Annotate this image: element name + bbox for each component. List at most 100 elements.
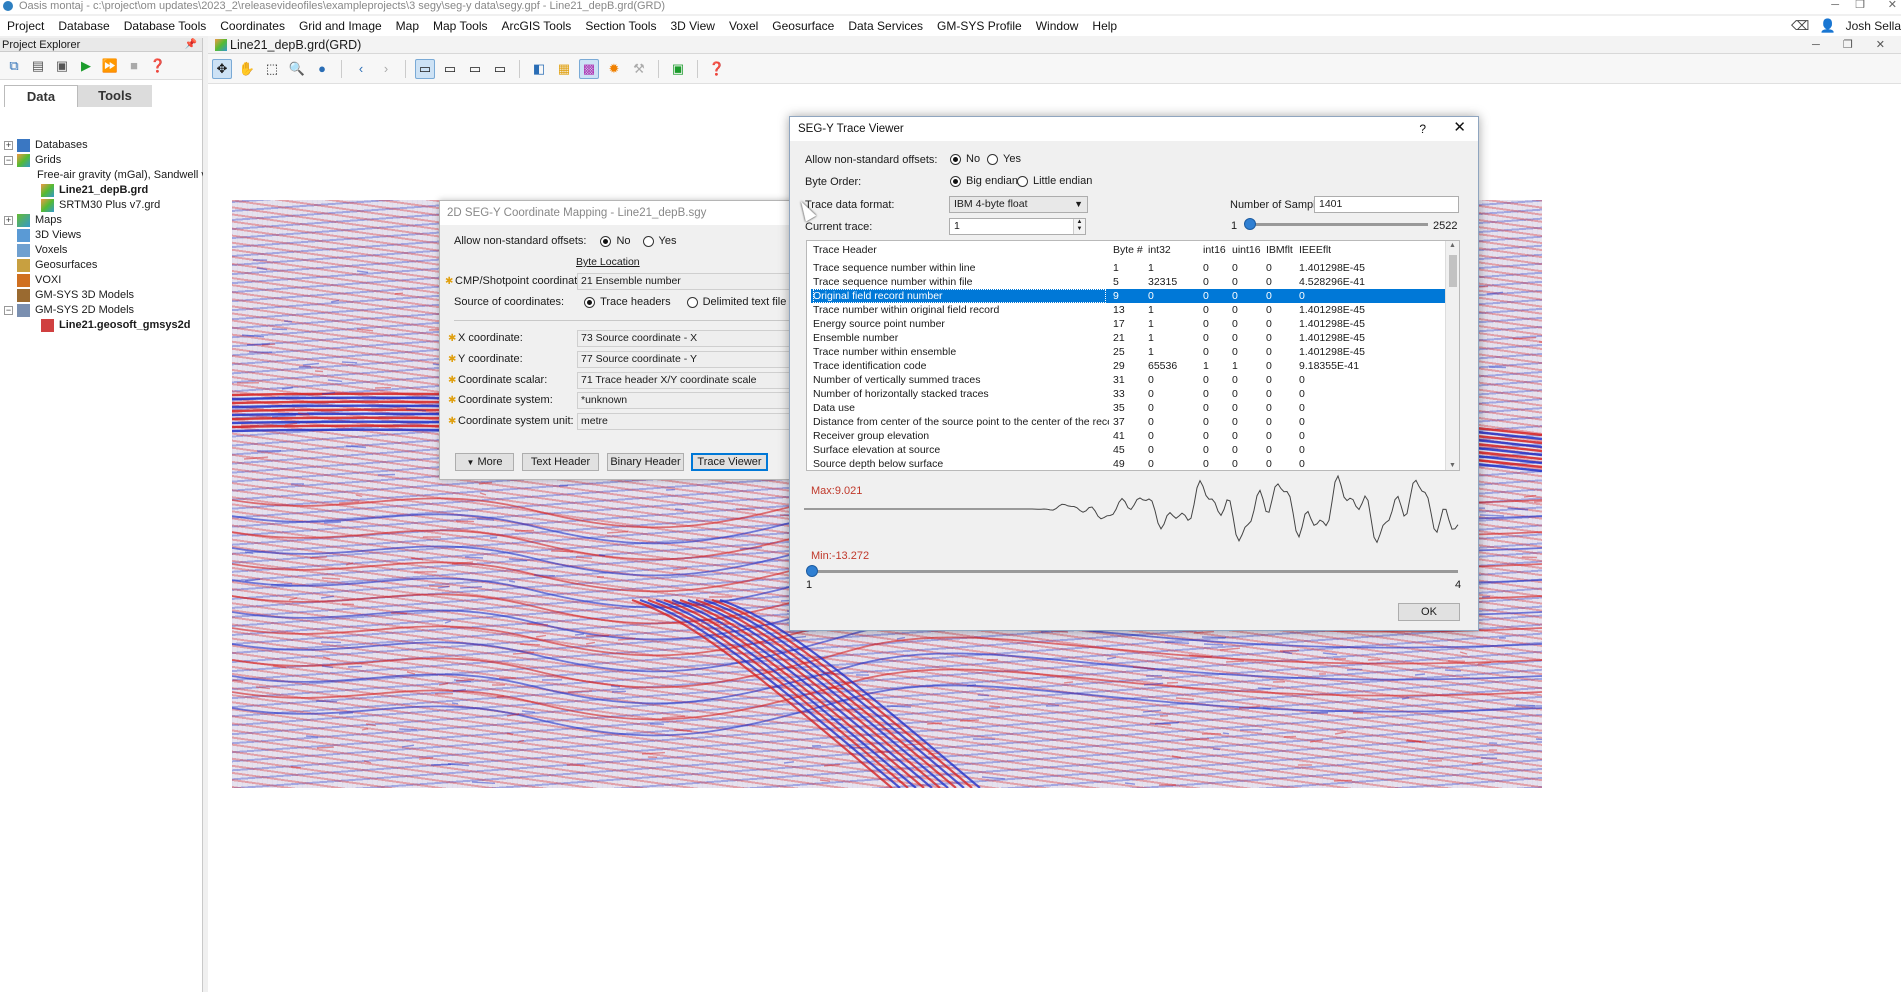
menu-grid-and-image[interactable]: Grid and Image [292,19,389,33]
trace-viewer-button[interactable]: Trace Viewer [691,453,768,471]
column-header[interactable]: uint16 [1232,241,1261,259]
x-coordinate-field[interactable]: 73 Source coordinate - X [577,330,796,347]
colour-icon[interactable]: ▦ [554,59,574,79]
tree-item-voxels[interactable]: Voxels [0,243,203,258]
expand-toggle-icon[interactable]: + [4,141,13,150]
sample-slider-thumb[interactable] [806,565,818,577]
wrench-icon[interactable]: ⚒ [629,59,649,79]
coordinate-unit-field[interactable]: metre [577,413,796,430]
sample-slider-track[interactable] [810,570,1458,573]
tree-item-grids[interactable]: − Grids [0,153,203,168]
scroll-down-icon[interactable]: ▼ [1449,462,1456,469]
close-window-button[interactable]: ✕ [1888,0,1897,11]
colour-table-icon[interactable]: ▩ [579,59,599,79]
user-icon[interactable]: 👤 [1819,18,1835,34]
scroll-up-icon[interactable]: ▲ [1449,242,1456,249]
more-button[interactable]: ▼ More [455,453,514,471]
table-row[interactable]: Surface elevation at source 45 0 0 0 0 0 [807,443,1446,457]
offsets-no-radio[interactable]: No [950,153,980,165]
tree-item-gm-sys-2d-models[interactable]: − GM-SYS 2D Models [0,303,203,318]
column-header[interactable]: Trace Header [813,241,877,259]
current-trace-field[interactable]: 1 ▲ ▼ [949,218,1086,235]
select-tool-icon[interactable]: ✥ [212,59,232,79]
table-row[interactable]: Trace number within ensemble 25 1 0 0 0 1.4012… [807,345,1446,359]
forward-icon[interactable]: › [376,59,396,79]
ok-button[interactable]: OK [1398,603,1460,621]
column-header[interactable]: int16 [1203,241,1226,259]
menu-map[interactable]: Map [389,19,426,33]
menu-coordinates[interactable]: Coordinates [213,19,292,33]
zoom-icon[interactable]: 🔍 [287,59,307,79]
table-row[interactable]: Number of vertically summed traces 31 0 0 0 0… [807,373,1446,387]
tab-tools[interactable]: Tools [78,85,152,107]
table-row[interactable]: Trace identification code 29 65536 1 1 0 9.183… [807,359,1446,373]
tree-item-3d-views[interactable]: 3D Views [0,228,203,243]
zoom-box-icon[interactable]: ⬚ [262,59,282,79]
view-mode-3-icon[interactable]: ▭ [465,59,485,79]
table-row[interactable]: Data use 35 0 0 0 0 0 [807,401,1446,415]
tree-item-databases[interactable]: + Databases [0,138,203,153]
sun-shading-icon[interactable]: ✹ [604,59,624,79]
table-scrollbar[interactable]: ▲ ▼ [1445,241,1459,470]
tree-item-srtm30-plus-v7-grd[interactable]: SRTM30 Plus v7.grd [0,198,203,213]
menu-geosurface[interactable]: Geosurface [765,19,841,33]
offsets-no-radio[interactable]: No [600,235,630,247]
table-row[interactable]: Energy source point number 17 1 0 0 0 1.401298… [807,317,1446,331]
table-row[interactable]: Original field record number 9 0 0 0 0 0 [811,289,1445,303]
view-mode-2-icon[interactable]: ▭ [440,59,460,79]
binary-header-button[interactable]: Binary Header [607,453,684,471]
pin-icon[interactable]: 📌 [185,38,197,52]
help-icon[interactable]: ❓ [150,58,166,74]
menu-project[interactable]: Project [0,19,51,33]
expand-toggle-icon[interactable]: − [4,156,13,165]
tree-item-maps[interactable]: + Maps [0,213,203,228]
tree-item-geosurfaces[interactable]: Geosurfaces [0,258,203,273]
expand-toggle-icon[interactable]: + [4,216,13,225]
tree-item-free-air-gravity-mgal-sandwell-v23[interactable]: Free-air gravity (mGal), Sandwell v23- [0,168,203,183]
help-icon[interactable]: ❓ [707,59,727,79]
menu-data-services[interactable]: Data Services [841,19,930,33]
menu-gm-sys-profile[interactable]: GM-SYS Profile [930,19,1029,33]
menu-arcgis-tools[interactable]: ArcGIS Tools [495,19,579,33]
table-row[interactable]: Number of horizontally stacked traces 33 0… [807,387,1446,401]
expand-toggle-icon[interactable]: − [4,306,13,315]
delimited-text-radio[interactable]: Delimited text file [687,296,787,308]
back-icon[interactable]: ‹ [351,59,371,79]
trace-format-select[interactable]: IBM 4-byte float ▼ [949,196,1088,213]
y-coordinate-field[interactable]: 77 Source coordinate - Y [577,351,796,368]
open-database-icon[interactable]: ▤ [30,58,46,74]
table-row[interactable]: Receiver group elevation 41 0 0 0 0 0 [807,429,1446,443]
close-icon[interactable]: ✕ [1453,116,1466,140]
cmp-field[interactable]: 21 Ensemble number [577,273,796,290]
menu-database-tools[interactable]: Database Tools [117,19,214,33]
help-icon[interactable]: ? [1419,117,1426,141]
table-row[interactable]: Ensemble number 21 1 0 0 0 1.401298E-45 [807,331,1446,345]
tree-item-line21-geosoft-gmsys2d[interactable]: Line21.geosoft_gmsys2d [0,318,203,333]
offsets-yes-radio[interactable]: Yes [643,235,677,247]
column-header[interactable]: int32 [1148,241,1171,259]
coordinate-scalar-field[interactable]: 71 Trace header X/Y coordinate scale [577,372,796,389]
export-icon[interactable]: ▣ [668,59,688,79]
new-project-icon[interactable]: ⧉ [6,58,22,74]
little-endian-radio[interactable]: Little endian [1017,175,1092,187]
user-name[interactable]: Josh Sella [1846,19,1901,33]
minimize-window-button[interactable]: ─ [1831,0,1839,11]
trace-slider-thumb[interactable] [1244,218,1256,230]
view-mode-4-icon[interactable]: ▭ [490,59,510,79]
table-row[interactable]: Trace sequence number within file 5 32315 0… [807,275,1446,289]
samples-field[interactable]: 1401 [1314,196,1459,213]
full-extent-icon[interactable]: ● [312,59,332,79]
coordinate-system-field[interactable]: *unknown [577,392,796,409]
tree-item-voxi[interactable]: VOXI [0,273,203,288]
pan-tool-icon[interactable]: ✋ [237,59,257,79]
spin-arrows-icon[interactable]: ▲ ▼ [1073,219,1085,234]
tab-data[interactable]: Data [4,85,78,107]
run-icon[interactable]: ▶ [78,58,94,74]
eraser-icon[interactable]: ⌫ [1791,18,1809,34]
menu-section-tools[interactable]: Section Tools [578,19,663,33]
table-row[interactable]: Distance from center of the source point… [807,415,1446,429]
view-mode-1-icon[interactable]: ▭ [415,59,435,79]
menu-database[interactable]: Database [51,19,116,33]
document-window-controls[interactable]: ─ ❐ ✕ [1812,36,1895,54]
trace-headers-radio[interactable]: Trace headers [584,296,671,308]
